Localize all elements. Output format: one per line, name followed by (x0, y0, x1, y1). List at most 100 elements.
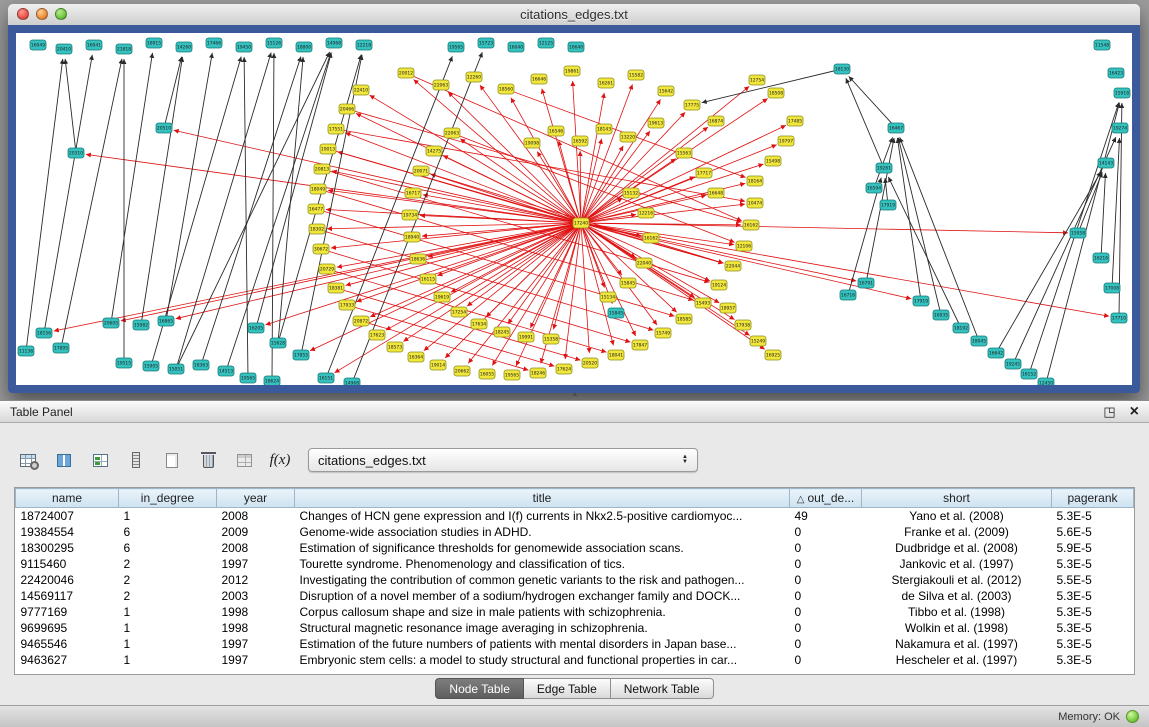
cell-year[interactable]: 2008 (217, 508, 295, 525)
cell-title[interactable]: Structural magnetic resonance image aver… (295, 620, 790, 636)
cell-pagerank[interactable]: 5.6E-5 (1052, 524, 1134, 540)
column-header-year[interactable]: year (217, 489, 295, 508)
graph-edge[interactable] (1046, 103, 1119, 383)
graph-edge[interactable] (345, 133, 581, 223)
graph-edge[interactable] (244, 57, 248, 378)
graph-edge[interactable] (176, 52, 330, 369)
cell-title[interactable]: Disruption of a novel member of a sodium… (295, 588, 790, 604)
cell-out_degree[interactable]: 0 (790, 620, 862, 636)
cell-out_degree[interactable]: 0 (790, 652, 862, 668)
minimize-window-button[interactable] (36, 8, 48, 20)
cell-short[interactable]: Dudbridge et al. (2008) (862, 540, 1052, 556)
column-header-name[interactable]: name (16, 489, 119, 508)
graph-edge[interactable] (1013, 137, 1116, 364)
graph-edge[interactable] (581, 223, 1068, 233)
graph-edge[interactable] (370, 223, 581, 317)
cell-title[interactable]: Estimation of the future numbers of pati… (295, 636, 790, 652)
close-window-button[interactable] (17, 8, 29, 20)
graph-edge[interactable] (141, 57, 182, 325)
cell-pagerank[interactable]: 5.3E-5 (1052, 508, 1134, 525)
graph-edge[interactable] (581, 93, 604, 223)
tab-edge-table[interactable]: Edge Table (524, 678, 611, 699)
cell-name[interactable]: 9465546 (16, 636, 119, 652)
table-row[interactable]: 969969511998Structural magnetic resonanc… (16, 620, 1134, 636)
table-selector-dropdown[interactable]: citations_edges.txt ▲▼ (308, 448, 698, 472)
attribute-table[interactable]: namein_degreeyeartitle△out_de...shortpag… (14, 487, 1135, 675)
graph-edge[interactable] (581, 223, 1109, 316)
cell-out_degree[interactable]: 49 (790, 508, 862, 525)
cell-in_degree[interactable]: 1 (119, 652, 217, 668)
column-header-pagerank[interactable]: pagerank (1052, 489, 1134, 508)
function-builder-button[interactable]: f(x) (268, 447, 292, 473)
cell-title[interactable]: Investigating the contribution of common… (295, 572, 790, 588)
cell-title[interactable]: Changes of HCN gene expression and I(f) … (295, 508, 790, 525)
graph-edge[interactable] (1101, 173, 1105, 258)
cell-year[interactable]: 2003 (217, 588, 295, 604)
cell-out_degree[interactable]: 0 (790, 604, 862, 620)
table-row[interactable]: 946362711997Embryonic stem cells: a mode… (16, 652, 1134, 668)
float-panel-icon[interactable]: ◳ (1103, 405, 1115, 418)
table-row[interactable]: 1830029562008Estimation of significance … (16, 540, 1134, 556)
graph-edge[interactable] (451, 223, 581, 292)
cell-pagerank[interactable]: 5.3E-5 (1052, 604, 1134, 620)
graph-edge[interactable] (581, 223, 856, 281)
graph-edge[interactable] (511, 98, 581, 223)
cell-in_degree[interactable]: 6 (119, 524, 217, 540)
cell-year[interactable]: 2012 (217, 572, 295, 588)
graph-edge[interactable] (272, 53, 274, 381)
graph-edge[interactable] (176, 223, 581, 319)
cell-out_degree[interactable]: 0 (790, 540, 862, 556)
column-header-out_degree[interactable]: △out_de... (790, 489, 862, 508)
cell-short[interactable]: Jankovic et al. (1997) (862, 556, 1052, 572)
cell-title[interactable]: Corpus callosum shape and size in male p… (295, 604, 790, 620)
cell-pagerank[interactable]: 5.3E-5 (1052, 588, 1134, 604)
citation-network-graph[interactable]: 1724022410204661755119013208131804916477… (16, 33, 1132, 385)
table-row[interactable]: 2242004622012Investigating the contribut… (16, 572, 1134, 588)
cell-pagerank[interactable]: 5.9E-5 (1052, 540, 1134, 556)
column-header-short[interactable]: short (862, 489, 1052, 508)
show-hide-columns-button[interactable] (52, 447, 76, 473)
cell-name[interactable]: 9463627 (16, 652, 119, 668)
cell-short[interactable]: Nakamura et al. (1997) (862, 636, 1052, 652)
column-header-in_degree[interactable]: in_degree (119, 489, 217, 508)
cell-short[interactable]: Stergiakouli et al. (2012) (862, 572, 1052, 588)
cell-name[interactable]: 9777169 (16, 604, 119, 620)
cell-out_degree[interactable]: 0 (790, 524, 862, 540)
cell-short[interactable]: Wolkin et al. (1998) (862, 620, 1052, 636)
graph-edge[interactable] (86, 154, 581, 223)
table-row[interactable]: 946554611997Estimation of the future num… (16, 636, 1134, 652)
cell-name[interactable]: 9115460 (16, 556, 119, 572)
cell-short[interactable]: de Silva et al. (2003) (862, 588, 1052, 604)
delete-column-button[interactable] (196, 447, 220, 473)
graph-edge[interactable] (65, 59, 76, 153)
cell-year[interactable]: 1998 (217, 620, 295, 636)
import-table-button[interactable] (232, 447, 256, 473)
tab-node-table[interactable]: Node Table (435, 678, 524, 699)
cell-in_degree[interactable]: 6 (119, 540, 217, 556)
close-panel-icon[interactable]: × (1130, 405, 1139, 419)
graph-edge[interactable] (996, 172, 1101, 353)
graph-edge[interactable] (26, 59, 63, 351)
table-row[interactable]: 911546021997Tourette syndrome. Phenomeno… (16, 556, 1134, 572)
cell-out_degree[interactable]: 0 (790, 572, 862, 588)
table-row[interactable]: 1938455462009Genome-wide association stu… (16, 524, 1134, 540)
cell-pagerank[interactable]: 5.3E-5 (1052, 652, 1134, 668)
cell-pagerank[interactable]: 5.3E-5 (1052, 620, 1134, 636)
network-canvas[interactable]: 1724022410204661755119013208131804916477… (16, 33, 1132, 385)
network-window-titlebar[interactable]: citations_edges.txt (8, 4, 1140, 26)
cell-name[interactable]: 22420046 (16, 572, 119, 588)
cell-title[interactable]: Estimation of significance thresholds fo… (295, 540, 790, 556)
cell-name[interactable]: 14569117 (16, 588, 119, 604)
graph-edge[interactable] (174, 130, 581, 223)
cell-short[interactable]: Franke et al. (2009) (862, 524, 1052, 540)
graph-edge[interactable] (420, 215, 581, 223)
cell-in_degree[interactable]: 1 (119, 508, 217, 525)
graph-edge[interactable] (176, 53, 271, 369)
cell-name[interactable]: 18724007 (16, 508, 119, 525)
cell-out_degree[interactable]: 0 (790, 636, 862, 652)
cell-in_degree[interactable]: 1 (119, 604, 217, 620)
graph-edge[interactable] (848, 178, 881, 295)
cell-pagerank[interactable]: 5.3E-5 (1052, 556, 1134, 572)
cell-name[interactable]: 18300295 (16, 540, 119, 556)
panel-resize-grip[interactable]: ▲ (568, 391, 582, 399)
